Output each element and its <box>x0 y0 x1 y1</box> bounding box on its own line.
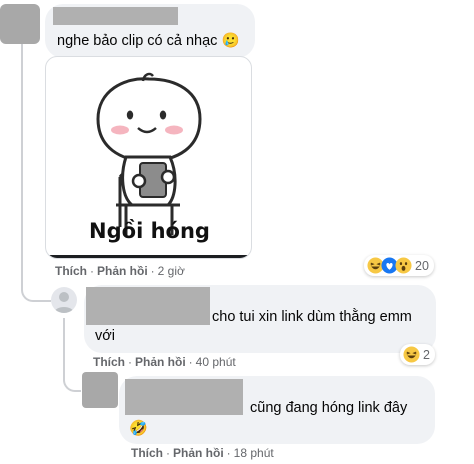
wow-icon <box>395 257 412 274</box>
sticker-caption: Ngồi hóng <box>89 219 210 243</box>
redacted-username[interactable] <box>53 7 178 25</box>
reply-text: cũng đang hóng link đây <box>250 400 408 416</box>
timestamp[interactable]: 18 phút <box>234 446 274 460</box>
reaction-count: 2 <box>423 347 430 362</box>
timestamp[interactable]: 40 phút <box>196 355 236 369</box>
reply-text: cho tui xin link dùm thằng emm với <box>95 309 412 344</box>
separator-dot: · <box>166 446 170 460</box>
sticker-bottom-bar <box>46 255 251 258</box>
default-avatar[interactable] <box>51 287 77 313</box>
thread-line-main <box>21 44 23 286</box>
sticker-attachment[interactable]: Ngồi hóng <box>45 56 252 259</box>
reaction-count: 20 <box>415 258 429 273</box>
avatar[interactable] <box>0 4 40 44</box>
reply-link[interactable]: Phản hồi <box>135 355 186 369</box>
like-link[interactable]: Thích <box>131 446 163 460</box>
reaction-summary[interactable]: 2 <box>400 344 435 365</box>
separator-dot: · <box>188 355 193 369</box>
separator-dot: · <box>226 446 231 460</box>
redacted-username[interactable] <box>125 379 243 415</box>
separator-dot: · <box>150 264 155 278</box>
timestamp[interactable]: 2 giờ <box>158 264 185 278</box>
comment-bubble: nghe bảo clip có cả nhạc 🥲 <box>45 4 255 58</box>
reply-bubble: cũng đang hóng link đây 🤣 <box>119 376 435 444</box>
thread-line-reply <box>63 318 65 376</box>
separator-dot: · <box>128 355 132 369</box>
comment-actions: Thích · Phản hồi · 2 giờ <box>55 264 185 278</box>
reply-actions: Thích · Phản hồi · 18 phút <box>131 446 274 460</box>
reaction-summary[interactable]: 20 <box>364 255 434 276</box>
comment-text: nghe bảo clip có cả nhạc 🥲 <box>57 33 240 49</box>
rofl-emoji: 🤣 <box>129 420 148 437</box>
haha-icon <box>403 346 420 363</box>
like-link[interactable]: Thích <box>93 355 125 369</box>
reply-link[interactable]: Phản hồi <box>97 264 148 278</box>
reply-bubble: cho tui xin link dùm thằng emm với <box>84 285 436 353</box>
thread-connector-reply2 <box>63 374 81 392</box>
reply-link[interactable]: Phản hồi <box>173 446 224 460</box>
person-icon <box>54 292 74 313</box>
reply-actions: Thích · Phản hồi · 40 phút <box>93 355 236 369</box>
avatar[interactable] <box>82 372 118 408</box>
thread-connector-reply1 <box>21 284 51 302</box>
like-link[interactable]: Thích <box>55 264 87 278</box>
separator-dot: · <box>90 264 94 278</box>
